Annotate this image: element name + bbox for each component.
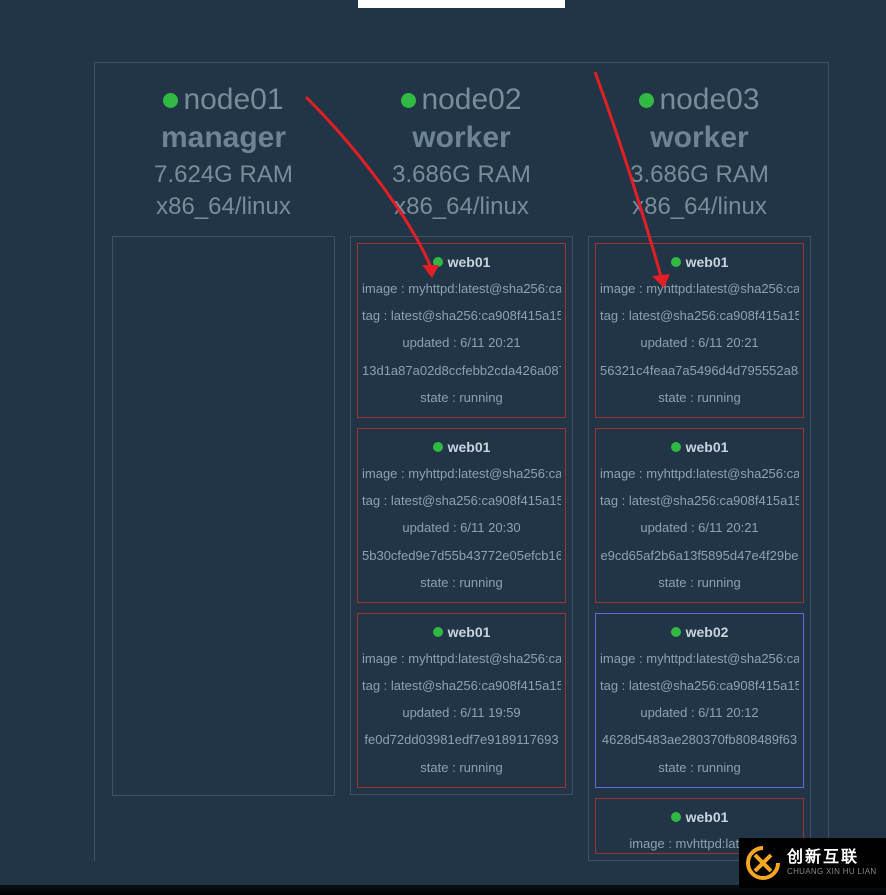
task-title: web01 (600, 254, 799, 270)
task-service: web01 (448, 624, 491, 640)
status-dot-icon (671, 257, 681, 267)
task-id: fe0d72dd03981edf7e9189117693 (362, 731, 561, 749)
task-service: web01 (686, 809, 729, 825)
status-dot-icon (433, 442, 443, 452)
task-title: web02 (600, 624, 799, 640)
node-arch: x86_64/linux (394, 193, 529, 221)
task-tag: tag : latest@sha256:ca908f415a15 (362, 492, 561, 510)
node-role: manager (161, 121, 286, 155)
task-updated: updated : 6/11 20:21 (362, 334, 561, 352)
node-name: node03 (659, 83, 759, 117)
task-id: 5b30cfed9e7d55b43772e05efcb16 (362, 547, 561, 565)
node-title: node03 (639, 83, 759, 117)
task-image: image : myhttpd:latest@sha256:ca (362, 465, 561, 483)
task-state: state : running (600, 574, 799, 592)
watermark-en: CHUANG XIN HU LIAN (787, 868, 876, 876)
task-image: image : myhttpd:latest@sha256:ca (362, 650, 561, 668)
task-card[interactable]: web01 image : myhttpd:latest@sha256:ca t… (595, 428, 804, 603)
task-tag: tag : latest@sha256:ca908f415a15 (600, 307, 799, 325)
task-service: web02 (686, 624, 729, 640)
tasks-container: web01 image : myhttpd:latest@sha256:ca t… (588, 236, 811, 861)
status-dot-icon (433, 627, 443, 637)
status-dot-icon (671, 442, 681, 452)
node-arch: x86_64/linux (632, 193, 767, 221)
task-updated: updated : 6/11 20:12 (600, 704, 799, 722)
node-ram: 3.686G RAM (630, 161, 769, 189)
node-name: node01 (183, 83, 283, 117)
task-card[interactable]: web01 image : myhttpd:latest@sha256:ca t… (357, 428, 566, 603)
task-state: state : running (600, 759, 799, 777)
task-id: e9cd65af2b6a13f5895d47e4f29be (600, 547, 799, 565)
node-column-node03: node03 worker 3.686G RAM x86_64/linux we… (588, 83, 811, 861)
task-card[interactable]: web01 image : myhttpd:latest@sha256:ca t… (357, 243, 566, 418)
watermark: 创新互联 CHUANG XIN HU LIAN (739, 838, 886, 888)
task-updated: updated : 6/11 20:21 (600, 334, 799, 352)
node-name: node02 (421, 83, 521, 117)
task-updated: updated : 6/11 19:59 (362, 704, 561, 722)
status-dot-icon (433, 257, 443, 267)
task-state: state : running (362, 389, 561, 407)
task-state: state : running (362, 759, 561, 777)
task-card[interactable]: web01 image : myhttpd:latest@sha256:ca t… (595, 243, 804, 418)
task-title: web01 (600, 439, 799, 455)
task-image: image : myhttpd:latest@sha256:ca (600, 650, 799, 668)
task-card[interactable]: web02 image : myhttpd:latest@sha256:ca t… (595, 613, 804, 788)
watermark-logo-icon (745, 845, 781, 881)
node-role: worker (650, 121, 748, 155)
task-updated: updated : 6/11 20:21 (600, 519, 799, 537)
node-title: node01 (163, 83, 283, 117)
task-card[interactable]: web01 image : myhttpd:latest@sha256:ca t… (357, 613, 566, 788)
task-id: 4628d5483ae280370fb808489f63 (600, 731, 799, 749)
task-title: web01 (362, 439, 561, 455)
task-id: 56321c4feaa7a5496d4d795552a8a (600, 362, 799, 380)
task-image: image : myhttpd:latest@sha256:ca (600, 280, 799, 298)
task-image: image : myhttpd:latest@sha256:ca (362, 280, 561, 298)
status-dot-icon (671, 812, 681, 822)
task-service: web01 (448, 254, 491, 270)
task-tag: tag : latest@sha256:ca908f415a15 (600, 677, 799, 695)
task-state: state : running (362, 574, 561, 592)
task-title: web01 (362, 624, 561, 640)
task-id: 13d1a87a02d8ccfebb2cda426a087 (362, 362, 561, 380)
task-updated: updated : 6/11 20:30 (362, 519, 561, 537)
task-tag: tag : latest@sha256:ca908f415a15 (600, 492, 799, 510)
watermark-cn: 创新互联 (787, 850, 876, 866)
task-image: image : myhttpd:latest@sha256:ca (600, 465, 799, 483)
swarm-visualizer: node01 manager 7.624G RAM x86_64/linux n… (94, 62, 829, 861)
task-service: web01 (686, 254, 729, 270)
task-title: web01 (362, 254, 561, 270)
status-dot-icon (401, 93, 416, 108)
watermark-text: 创新互联 CHUANG XIN HU LIAN (787, 850, 876, 876)
node-title: node02 (401, 83, 521, 117)
status-dot-icon (671, 627, 681, 637)
task-state: state : running (600, 389, 799, 407)
node-role: worker (412, 121, 510, 155)
top-white-box (358, 0, 565, 8)
node-column-node02: node02 worker 3.686G RAM x86_64/linux we… (350, 83, 573, 861)
task-title: web01 (600, 809, 799, 825)
status-dot-icon (163, 93, 178, 108)
node-ram: 3.686G RAM (392, 161, 531, 189)
tasks-container: web01 image : myhttpd:latest@sha256:ca t… (350, 236, 573, 795)
task-tag: tag : latest@sha256:ca908f415a15 (362, 677, 561, 695)
task-service: web01 (448, 439, 491, 455)
task-tag: tag : latest@sha256:ca908f415a15 (362, 307, 561, 325)
tasks-container (112, 236, 335, 796)
status-dot-icon (639, 93, 654, 108)
node-ram: 7.624G RAM (154, 161, 293, 189)
node-arch: x86_64/linux (156, 193, 291, 221)
task-service: web01 (686, 439, 729, 455)
node-column-node01: node01 manager 7.624G RAM x86_64/linux (112, 83, 335, 861)
